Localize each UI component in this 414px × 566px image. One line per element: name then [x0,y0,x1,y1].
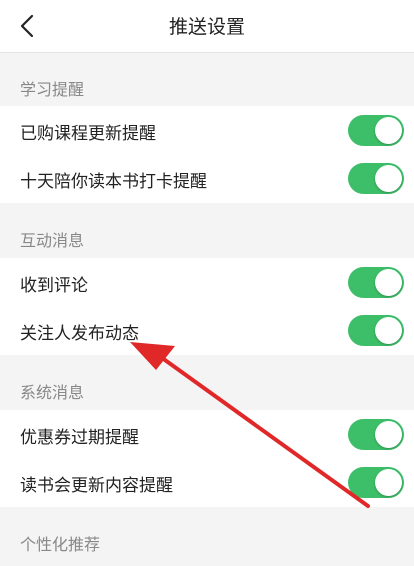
toggle-knob [375,469,402,496]
section-title: 个性化推荐 [20,535,101,554]
setting-label: 十天陪你读本书打卡提醒 [20,172,207,192]
section-header-system: 系统消息 [0,365,414,414]
course-update-toggle[interactable] [348,115,404,146]
section-title: 系统消息 [20,383,85,402]
header-bar: 推送设置 [0,0,414,53]
book-club-update-toggle[interactable] [348,467,404,498]
setting-label: 关注人发布动态 [20,324,139,344]
toggle-knob [375,269,402,296]
setting-row-book-club-update: 读书会更新内容提醒 [0,458,414,507]
toggle-knob [375,165,402,192]
reading-checkin-toggle[interactable] [348,163,404,194]
coupon-expiry-toggle[interactable] [348,419,404,450]
section-header-interaction: 互动消息 [0,213,414,262]
page-title: 推送设置 [168,16,245,38]
section-header-learning: 学习提醒 [0,62,414,111]
toggle-knob [375,317,402,344]
setting-label: 读书会更新内容提醒 [20,476,173,496]
setting-label: 收到评论 [20,276,88,296]
setting-row-coupon-expiry: 优惠券过期提醒 [0,410,414,460]
setting-row-course-update: 已购课程更新提醒 [0,106,414,156]
setting-label: 已购课程更新提醒 [20,124,156,144]
setting-row-followed-posts: 关注人发布动态 [0,306,414,355]
followed-posts-toggle[interactable] [348,315,404,346]
section-header-personalized: 个性化推荐 [0,517,414,566]
setting-row-reading-checkin: 十天陪你读本书打卡提醒 [0,154,414,203]
section-title: 互动消息 [20,231,85,250]
toggle-knob [375,421,402,448]
setting-label: 优惠券过期提醒 [20,428,139,448]
section-title: 学习提醒 [20,80,85,99]
setting-row-comments: 收到评论 [0,258,414,308]
toggle-knob [375,117,402,144]
comments-toggle[interactable] [348,267,404,298]
